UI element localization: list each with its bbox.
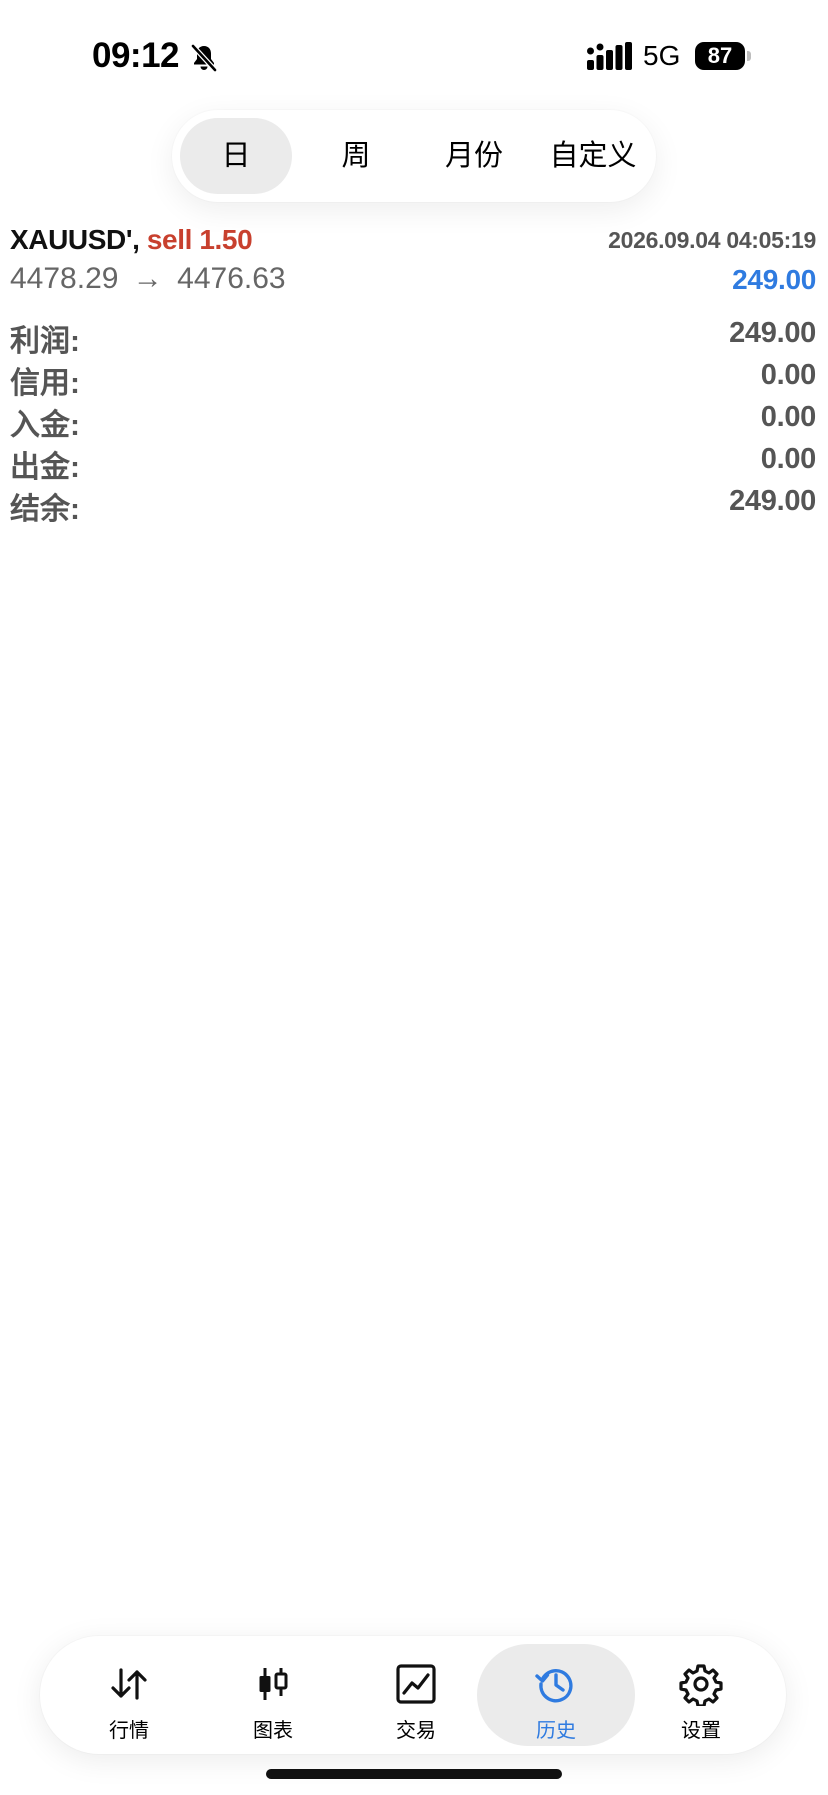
summary-label: 结余: <box>10 493 80 526</box>
trade-title: XAUUSD', sell 1.50 <box>10 224 253 256</box>
price-arrow: → <box>132 262 163 295</box>
tab-label: 历史 <box>536 1720 576 1742</box>
summary-label: 信用: <box>10 367 80 400</box>
tab-settings[interactable]: 设置 <box>630 1644 772 1746</box>
tab-label: 行情 <box>109 1720 149 1742</box>
battery-tip <box>747 51 751 61</box>
quotes-arrows-icon <box>111 1668 147 1700</box>
tab-label: 交易 <box>396 1720 436 1742</box>
cellular-signal-icon <box>587 42 632 70</box>
summary-value: 0.00 <box>760 359 817 391</box>
summary-label: 出金: <box>10 451 80 484</box>
period-segmented-control: 日 周 月份 自定义 <box>172 110 656 202</box>
summary-value: 0.00 <box>760 443 817 475</box>
segment-week[interactable]: 周 <box>300 118 412 194</box>
summary-section: 利润: 249.00 信用: 0.00 入金: 0.00 出金: 0.00 结余… <box>0 313 828 526</box>
gear-icon <box>679 1664 723 1706</box>
battery-icon: 87 <box>695 42 751 70</box>
status-bar: 09:12 5G 87 <box>0 0 828 100</box>
tab-label: 图表 <box>253 1720 293 1742</box>
trade-line-chart-icon <box>396 1664 436 1704</box>
summary-credit-row: 信用: 0.00 <box>0 355 828 400</box>
summary-withdrawal-row: 出金: 0.00 <box>0 439 828 484</box>
trade-datetime: 2026.09.04 04:05:19 <box>608 227 816 253</box>
summary-value: 249.00 <box>729 317 816 349</box>
bell-muted-icon <box>191 44 217 72</box>
candlestick-chart-icon <box>259 1668 288 1700</box>
segment-custom[interactable]: 自定义 <box>534 118 652 194</box>
trade-row[interactable]: XAUUSD', sell 1.50 2026.09.04 04:05:19 4… <box>0 218 828 298</box>
segment-month[interactable]: 月份 <box>418 118 530 194</box>
trade-profit: 249.00 <box>732 264 816 295</box>
battery-level: 87 <box>695 42 745 70</box>
tab-trade[interactable]: 交易 <box>345 1644 487 1746</box>
trade-side: sell 1.50 <box>146 224 253 255</box>
trade-prices: 4478.29 → 4476.63 <box>10 262 286 296</box>
tab-history[interactable]: 历史 <box>477 1644 635 1746</box>
close-price: 4476.63 <box>177 262 286 295</box>
tab-quotes[interactable]: 行情 <box>58 1644 200 1746</box>
trade-symbol: XAUUSD', <box>10 224 140 255</box>
home-indicator[interactable] <box>266 1769 562 1779</box>
summary-label: 入金: <box>10 409 80 442</box>
summary-balance-row: 结余: 249.00 <box>0 481 828 526</box>
status-time: 09:12 <box>92 36 180 75</box>
summary-value: 249.00 <box>729 485 816 517</box>
summary-value: 0.00 <box>760 401 817 433</box>
network-type: 5G <box>643 40 681 71</box>
summary-profit-row: 利润: 249.00 <box>0 313 828 358</box>
open-price: 4478.29 <box>10 262 119 295</box>
tab-label: 设置 <box>681 1720 721 1742</box>
summary-deposit-row: 入金: 0.00 <box>0 397 828 442</box>
summary-label: 利润: <box>10 325 80 358</box>
tab-charts[interactable]: 图表 <box>202 1644 344 1746</box>
bottom-tab-bar: 行情 图表 交易 历史 设置 <box>40 1636 786 1754</box>
history-clock-icon <box>535 1669 573 1703</box>
segment-day[interactable]: 日 <box>180 118 292 194</box>
